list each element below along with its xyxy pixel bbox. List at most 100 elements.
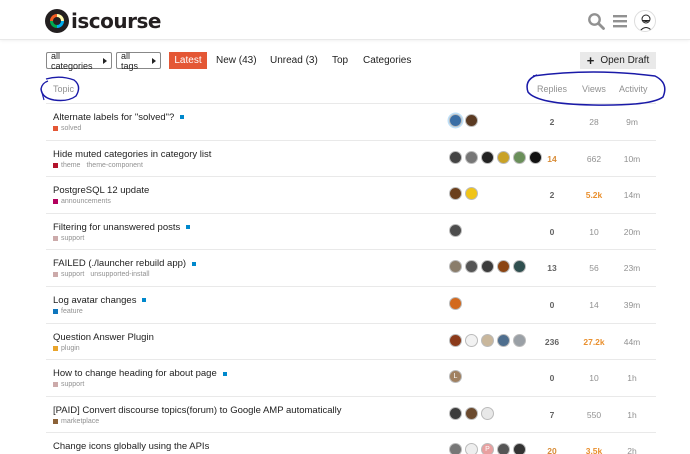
poster-avatar[interactable]: L [449, 370, 462, 384]
topic-title-link[interactable]: Log avatar changes [53, 295, 147, 306]
category-badge[interactable]: solved [53, 125, 81, 132]
poster-avatar[interactable] [449, 150, 462, 164]
poster-avatar[interactable] [465, 114, 478, 127]
poster-avatar[interactable] [465, 333, 478, 347]
activity-time[interactable]: 10m [616, 154, 648, 164]
replies-count: 13 [547, 263, 557, 274]
views-count: 662 [586, 153, 602, 164]
poster-avatar[interactable] [513, 443, 526, 454]
category-name: theme [61, 161, 81, 169]
nav-new[interactable]: New (43) [210, 52, 263, 69]
poster-avatar[interactable] [465, 260, 478, 274]
topic-row[interactable]: FAILED (./launcher rebuild app) support un… [46, 250, 656, 287]
site-logo[interactable]: iscourse [45, 8, 161, 34]
activity-time[interactable]: 23m [616, 263, 648, 273]
topic-row[interactable]: Log avatar changes feature 0 14 39m [46, 287, 656, 324]
poster-avatar[interactable] [449, 114, 462, 127]
category-badge[interactable]: marketplace [53, 418, 99, 425]
open-draft-button[interactable]: + Open Draft [580, 52, 656, 69]
poster-avatar[interactable] [449, 223, 462, 237]
topic-title-link[interactable]: Question Answer Plugin [53, 332, 154, 343]
topic-posters [449, 223, 462, 237]
category-color-icon [53, 382, 58, 388]
poster-avatar[interactable]: P [481, 443, 494, 454]
poster-avatar[interactable] [449, 187, 462, 201]
hamburger-menu-icon[interactable] [611, 12, 629, 30]
topic-row[interactable]: Hide muted categories in category list th… [46, 141, 656, 178]
poster-avatar[interactable] [481, 333, 494, 347]
topic-row[interactable]: How to change heading for about page supp… [46, 360, 656, 397]
topic-title-link[interactable]: Hide muted categories in category list [53, 149, 211, 160]
activity-time[interactable]: 39m [616, 300, 648, 310]
tag-dropdown[interactable]: all tags [116, 51, 161, 71]
poster-avatar[interactable] [465, 150, 478, 164]
topic-row[interactable]: PostgreSQL 12 update announcements 2 5.2k 14… [46, 177, 656, 214]
category-name: plugin [61, 344, 80, 352]
poster-avatar[interactable] [497, 150, 510, 164]
topic-title-link[interactable]: PostgreSQL 12 update [53, 185, 149, 196]
poster-avatar[interactable] [513, 333, 526, 347]
category-badge[interactable]: support [53, 271, 84, 278]
poster-avatar[interactable] [497, 260, 510, 274]
activity-time[interactable]: 14m [616, 190, 648, 200]
topic-categories: plugin [53, 345, 80, 352]
poster-avatar[interactable] [465, 187, 478, 201]
activity-time[interactable]: 1h [616, 410, 648, 420]
caret-right-icon [152, 57, 156, 64]
poster-avatar[interactable] [513, 150, 526, 164]
activity-time[interactable]: 1h [616, 373, 648, 383]
current-user-avatar[interactable] [634, 10, 656, 32]
poster-avatar[interactable] [449, 406, 462, 420]
category-badge[interactable]: support [53, 381, 84, 388]
topic-title-link[interactable]: Filtering for unanswered posts [53, 222, 191, 233]
poster-avatar[interactable] [497, 333, 510, 347]
poster-avatar[interactable] [481, 260, 494, 274]
nav-latest[interactable]: Latest [169, 52, 207, 69]
topic-posters: L [449, 370, 462, 384]
poster-avatar[interactable] [449, 296, 462, 310]
poster-avatar[interactable] [481, 406, 494, 420]
topic-row[interactable]: [PAID] Convert discourse topics(forum) t… [46, 397, 656, 434]
category-name: feature [61, 307, 83, 315]
topic-row[interactable]: Question Answer Plugin plugin 236 27.2k 44m [46, 324, 656, 361]
poster-avatar[interactable] [481, 150, 494, 164]
category-badge[interactable]: announcements [53, 198, 111, 205]
poster-avatar[interactable] [449, 443, 462, 454]
category-badge[interactable]: feature [53, 308, 83, 315]
activity-time[interactable]: 20m [616, 227, 648, 237]
nav-top[interactable]: Top [326, 52, 354, 69]
category-color-icon [53, 199, 58, 205]
topic-row[interactable]: Alternate labels for "solved"? solved 2 28 9… [46, 104, 656, 141]
topic-categories: theme theme-component [53, 162, 143, 169]
unseen-indicator-icon [192, 261, 197, 266]
activity-time[interactable]: 9m [616, 117, 648, 127]
search-icon[interactable] [587, 12, 605, 30]
poster-avatar[interactable] [465, 443, 478, 454]
poster-avatar[interactable] [513, 260, 526, 274]
poster-avatar[interactable] [497, 443, 510, 454]
category-badge[interactable]: support [53, 235, 84, 242]
category-dropdown[interactable]: all categories [46, 51, 112, 71]
activity-time[interactable]: 2h [616, 446, 648, 454]
category-name: marketplace [61, 417, 100, 425]
poster-avatar[interactable] [465, 406, 478, 420]
topic-title-text: FAILED (./launcher rebuild app) [53, 258, 187, 270]
topic-row[interactable]: Change icons globally using the APIs P 20 3… [46, 433, 656, 454]
topic-title-link[interactable]: [PAID] Convert discourse topics(forum) t… [53, 405, 341, 416]
category-badge[interactable]: plugin [53, 345, 80, 352]
poster-avatar[interactable] [449, 260, 462, 274]
topic-title-link[interactable]: Alternate labels for "solved"? [53, 112, 185, 123]
topic-posters [449, 296, 462, 310]
category-badge[interactable]: theme [53, 162, 80, 169]
activity-time[interactable]: 44m [616, 337, 648, 347]
tag-link[interactable]: unsupported-install [90, 271, 149, 278]
topic-title-text: Question Answer Plugin [53, 331, 154, 343]
tag-link[interactable]: theme-component [86, 162, 142, 169]
topic-title-link[interactable]: FAILED (./launcher rebuild app) [53, 258, 197, 270]
topic-title-link[interactable]: How to change heading for about page [53, 368, 227, 379]
poster-avatar[interactable] [449, 333, 462, 347]
topic-row[interactable]: Filtering for unanswered posts support 0 10… [46, 214, 656, 251]
nav-categories[interactable]: Categories [357, 52, 417, 69]
topic-title-link[interactable]: Change icons globally using the APIs [53, 441, 209, 452]
nav-unread[interactable]: Unread (3) [264, 52, 324, 69]
